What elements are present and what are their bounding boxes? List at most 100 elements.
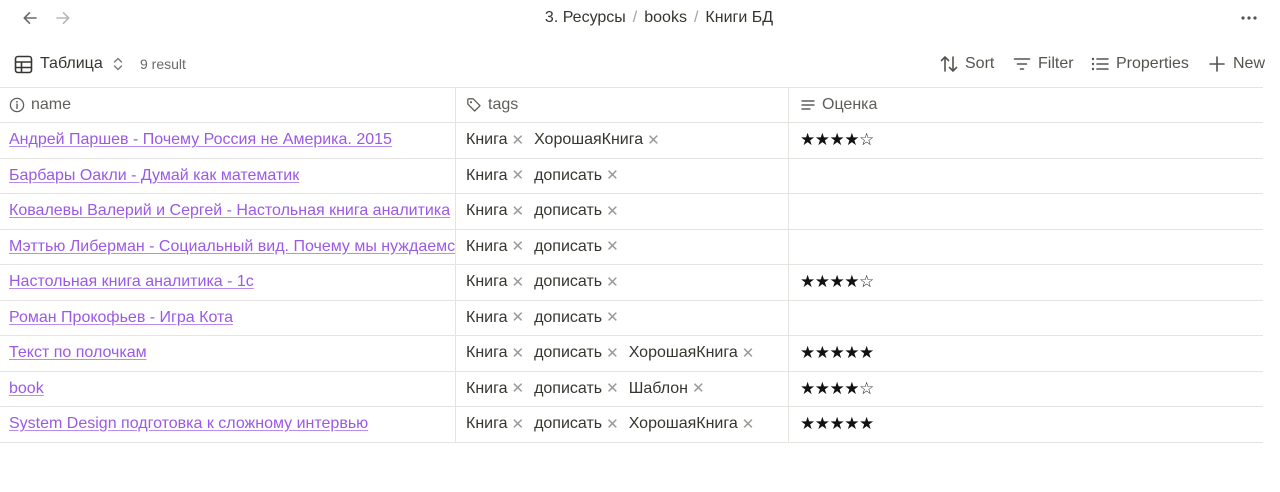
- page-link[interactable]: Барбары Оакли - Думай как математик: [9, 167, 299, 185]
- table-row[interactable]: Мэттью Либерман - Социальный вид. Почему…: [0, 229, 1263, 265]
- table-row[interactable]: Ковалевы Валерий и Сергей - Настольная к…: [0, 194, 1263, 230]
- tag-label: дописать: [534, 166, 603, 184]
- cell-tags[interactable]: Книга ✕ дописать ✕: [455, 158, 788, 193]
- page-link[interactable]: System Design подготовка к сложному инте…: [9, 415, 368, 433]
- cell-rating[interactable]: [788, 158, 1263, 193]
- cell-rating[interactable]: ★★★★★: [788, 407, 1263, 442]
- close-icon[interactable]: ✕: [606, 168, 619, 183]
- cell-tags[interactable]: Книга ✕ ХорошаяКнига ✕: [455, 123, 788, 158]
- close-icon[interactable]: ✕: [511, 133, 524, 148]
- close-icon[interactable]: ✕: [511, 239, 524, 254]
- page-link[interactable]: book: [9, 380, 44, 398]
- cell-tags[interactable]: Книга ✕ дописать ✕: [455, 300, 788, 335]
- close-icon[interactable]: ✕: [606, 346, 619, 361]
- filter-button[interactable]: Filter: [1012, 51, 1074, 77]
- result-count: 9 result: [140, 56, 186, 72]
- tag-chip: Книга ✕: [466, 202, 524, 220]
- close-icon[interactable]: ✕: [511, 204, 524, 219]
- properties-button[interactable]: Properties: [1090, 51, 1189, 77]
- table-row[interactable]: Барбары Оакли - Думай как математик Книга…: [0, 158, 1263, 194]
- cell-rating[interactable]: [788, 300, 1263, 335]
- tag-chip: дописать ✕: [534, 238, 619, 256]
- view-selector-table[interactable]: Таблица: [14, 51, 124, 77]
- tag-label: дописать: [534, 202, 603, 220]
- page-link[interactable]: Мэттью Либерман - Социальный вид. Почему…: [9, 238, 455, 256]
- cell-tags[interactable]: Книга ✕ дописать ✕: [455, 194, 788, 229]
- close-icon[interactable]: ✕: [606, 204, 619, 219]
- tag-chip: ХорошаяКнига ✕: [629, 344, 755, 362]
- close-icon[interactable]: ✕: [511, 310, 524, 325]
- table-header-row: name tags Оценка: [0, 87, 1263, 123]
- properties-label: Properties: [1116, 55, 1189, 72]
- close-icon[interactable]: ✕: [511, 168, 524, 183]
- cell-rating[interactable]: ★★★★★: [788, 336, 1263, 371]
- close-icon[interactable]: ✕: [606, 381, 619, 396]
- plus-icon: [1209, 56, 1225, 72]
- page-link[interactable]: Роман Прокофьев - Игра Кота: [9, 309, 233, 327]
- close-icon[interactable]: ✕: [606, 239, 619, 254]
- sort-button[interactable]: Sort: [939, 51, 994, 77]
- tag-label: Книга: [466, 131, 508, 149]
- close-icon[interactable]: ✕: [511, 346, 524, 361]
- close-icon[interactable]: ✕: [647, 133, 660, 148]
- tag-chip: Шаблон ✕: [629, 380, 705, 398]
- breadcrumb-item-resources[interactable]: 3. Ресурсы: [545, 9, 626, 27]
- column-header-rating[interactable]: Оценка: [788, 88, 1263, 122]
- cell-name: System Design подготовка к сложному инте…: [0, 407, 455, 442]
- cell-tags[interactable]: Книга ✕ дописать ✕: [455, 265, 788, 300]
- page-link[interactable]: Андрей Паршев - Почему Россия не Америка…: [9, 131, 392, 149]
- close-icon[interactable]: ✕: [511, 275, 524, 290]
- table-row[interactable]: Настольная книга аналитика - 1с Книга ✕ доп…: [0, 265, 1263, 301]
- page-link[interactable]: Текст по полочкам: [9, 344, 147, 362]
- database-table: name tags Оценка Андрей Паршев - Почему …: [0, 87, 1263, 443]
- close-icon[interactable]: ✕: [742, 417, 755, 432]
- tag-label: дописать: [534, 308, 603, 326]
- tag-chip: дописать ✕: [534, 202, 619, 220]
- close-icon[interactable]: ✕: [742, 346, 755, 361]
- page-link[interactable]: Настольная книга аналитика - 1с: [9, 273, 254, 291]
- tag-chip: Книга ✕: [466, 167, 524, 185]
- column-header-tags[interactable]: tags: [455, 88, 788, 122]
- table-row[interactable]: Роман Прокофьев - Игра Кота Книга ✕ дописат…: [0, 300, 1263, 336]
- column-header-name[interactable]: name: [0, 88, 455, 122]
- cell-tags[interactable]: Книга ✕ дописать ✕ Шаблон ✕: [455, 371, 788, 406]
- top-bar: 3. Ресурсы / books / Книги БД: [0, 0, 1280, 36]
- chevron-updown-icon: [112, 56, 124, 72]
- cell-tags[interactable]: Книга ✕ дописать ✕ ХорошаяКнига ✕: [455, 407, 788, 442]
- cell-rating[interactable]: ★★★★☆: [788, 265, 1263, 300]
- filter-label: Filter: [1038, 55, 1074, 72]
- close-icon[interactable]: ✕: [606, 275, 619, 290]
- cell-rating[interactable]: [788, 229, 1263, 264]
- tag-chip: ХорошаяКнига ✕: [629, 415, 755, 433]
- close-icon[interactable]: ✕: [606, 310, 619, 325]
- tag-chip: дописать ✕: [534, 380, 619, 398]
- cell-tags[interactable]: Книга ✕ дописать ✕ ХорошаяКнига ✕: [455, 336, 788, 371]
- column-header-label: Оценка: [822, 96, 878, 113]
- more-options-button[interactable]: [1238, 8, 1260, 28]
- close-icon[interactable]: ✕: [511, 381, 524, 396]
- cell-name: Текст по полочкам: [0, 336, 455, 371]
- list-icon: [1091, 57, 1109, 71]
- table-row[interactable]: Андрей Паршев - Почему Россия не Америка…: [0, 123, 1263, 159]
- star-rating: ★★★★☆: [800, 130, 874, 150]
- cell-rating[interactable]: [788, 194, 1263, 229]
- breadcrumb-item-books[interactable]: books: [644, 9, 687, 27]
- column-header-label: name: [31, 96, 72, 113]
- tag-label: дописать: [534, 379, 603, 397]
- new-button[interactable]: New: [1207, 51, 1265, 77]
- cell-rating[interactable]: ★★★★☆: [788, 371, 1263, 406]
- close-icon[interactable]: ✕: [511, 417, 524, 432]
- page-link[interactable]: Ковалевы Валерий и Сергей - Настольная к…: [9, 202, 450, 220]
- cell-name: Андрей Паршев - Почему Россия не Америка…: [0, 123, 455, 158]
- close-icon[interactable]: ✕: [606, 417, 619, 432]
- view-toolbar: Таблица 9 result Sort Filter Properties …: [0, 46, 1280, 82]
- breadcrumb-item-books-db[interactable]: Книги БД: [705, 9, 773, 27]
- cell-rating[interactable]: ★★★★☆: [788, 123, 1263, 158]
- table-row[interactable]: book Книга ✕ дописать ✕ Шаблон ✕ ★★★★☆: [0, 371, 1263, 407]
- table-row[interactable]: System Design подготовка к сложному инте…: [0, 407, 1263, 443]
- cell-tags[interactable]: Книга ✕ дописать ✕: [455, 229, 788, 264]
- close-icon[interactable]: ✕: [692, 381, 705, 396]
- table-row[interactable]: Текст по полочкам Книга ✕ дописать ✕ ХорошаяК…: [0, 336, 1263, 372]
- tag-chip: Книга ✕: [466, 344, 524, 362]
- tag-label: Шаблон: [628, 379, 688, 397]
